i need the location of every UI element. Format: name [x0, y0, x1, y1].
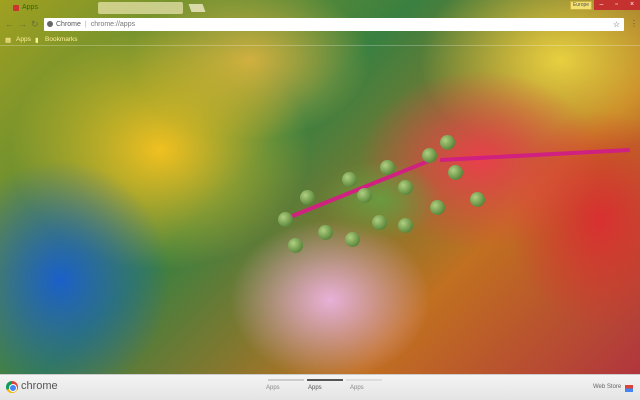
reload-button[interactable]: ↻	[31, 19, 39, 30]
chrome-brand: chrome	[21, 380, 58, 392]
minimize-button[interactable]: –	[594, 0, 609, 10]
folder-icon: ▮	[35, 37, 39, 44]
chrome-secure-icon	[47, 21, 53, 27]
apps-grid-icon: ▦	[5, 37, 12, 44]
tab-apps[interactable]: Apps	[4, 1, 94, 15]
page-tab[interactable]: Apps	[350, 385, 364, 391]
apps-footer: chrome Apps Apps Apps Web Store	[0, 374, 640, 400]
page-tab-active[interactable]: Apps	[308, 385, 322, 391]
wallpaper-background	[0, 0, 640, 400]
page-indicator[interactable]	[268, 379, 304, 381]
page-tab[interactable]: Apps	[266, 385, 280, 391]
webstore-icon[interactable]	[625, 385, 633, 392]
new-tab-button[interactable]	[188, 4, 206, 12]
address-bar[interactable]: Chrome | chrome://apps ☆	[44, 18, 624, 31]
page-indicator[interactable]	[346, 379, 382, 381]
bookmarks-bar: ▦ Apps ▮ Bookmarks	[0, 34, 640, 46]
webstore-link[interactable]: Web Store	[593, 384, 621, 390]
title-bar: Apps Europe – ▫ ×	[0, 0, 640, 15]
chrome-logo-icon	[6, 381, 18, 393]
tab-inactive[interactable]	[98, 2, 183, 14]
toolbar: ← → ↻ Chrome | chrome://apps ☆ ⋮	[0, 16, 640, 33]
tab-title: Apps	[22, 4, 38, 11]
page-indicator-active[interactable]	[307, 379, 343, 381]
profile-button[interactable]: Europe	[570, 1, 592, 10]
menu-icon[interactable]: ⋮	[630, 19, 638, 28]
bookmark-apps[interactable]: Apps	[16, 36, 31, 43]
site-label: Chrome	[56, 21, 81, 28]
back-button[interactable]: ←	[5, 19, 14, 29]
bookmark-star-icon[interactable]: ☆	[613, 18, 620, 31]
close-button[interactable]: ×	[624, 0, 640, 10]
bookmark-bookmarks[interactable]: Bookmarks	[45, 36, 78, 43]
forward-button[interactable]: →	[18, 19, 27, 29]
url-text[interactable]: chrome://apps	[91, 21, 135, 28]
maximize-button[interactable]: ▫	[609, 0, 624, 10]
apps-favicon-icon	[13, 5, 19, 11]
